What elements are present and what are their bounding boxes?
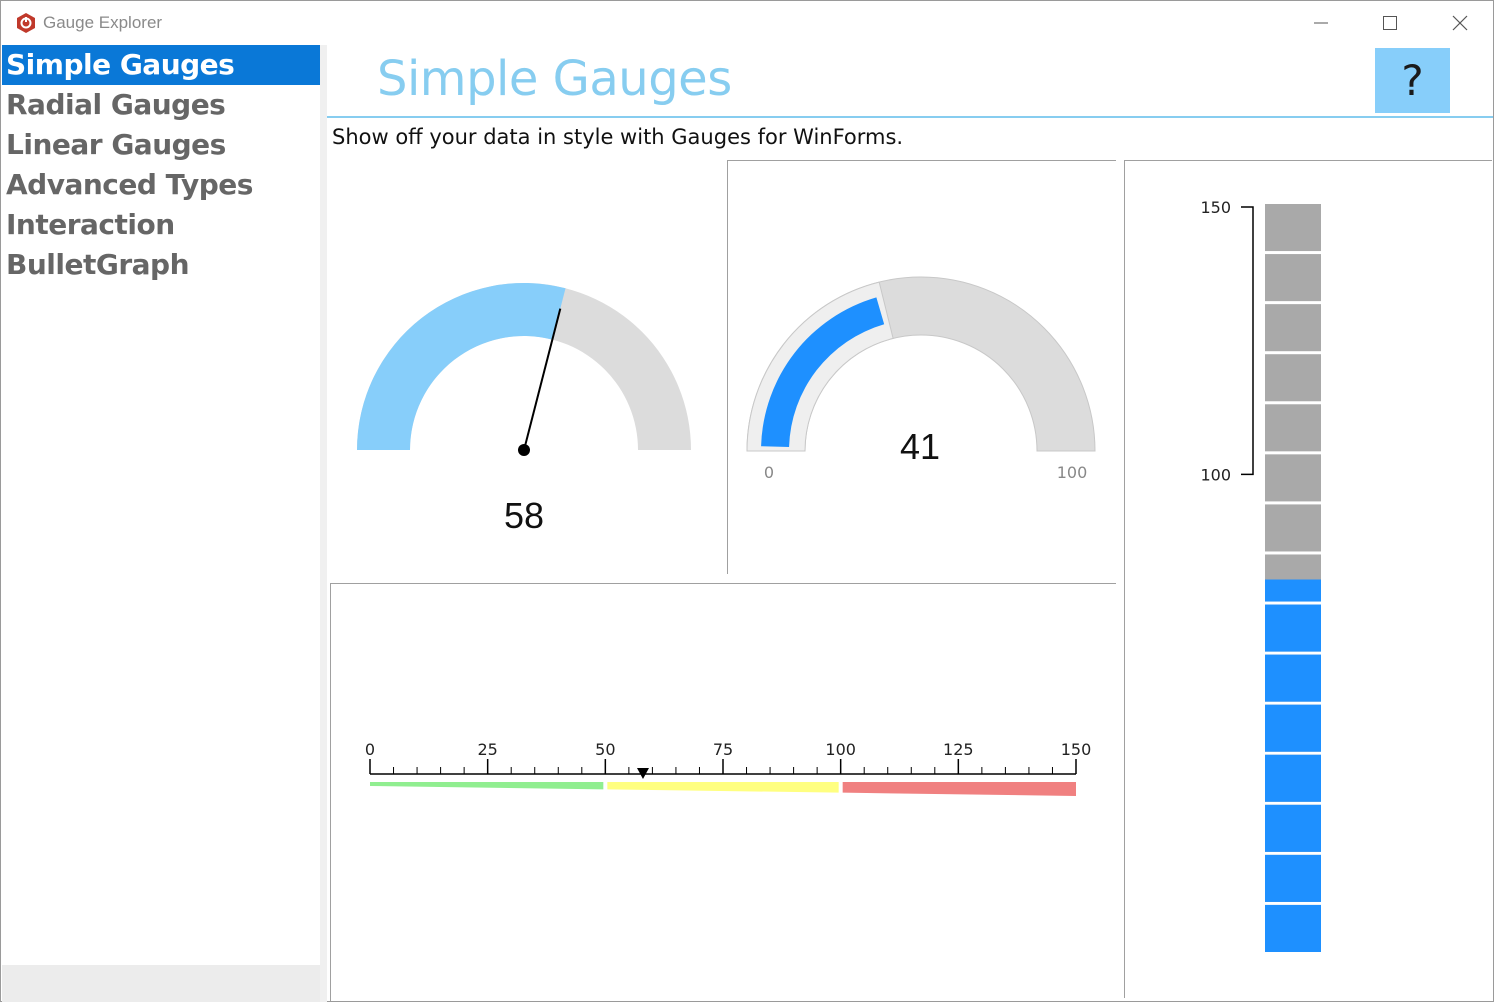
panel-border [330, 583, 1116, 584]
tick-label: 25 [477, 740, 497, 759]
panel-border [1124, 160, 1125, 998]
panel-border [1124, 160, 1492, 161]
tick-label: 125 [943, 740, 974, 759]
page-subtitle: Show off your data in style with Gauges … [332, 125, 904, 149]
maximize-button[interactable] [1355, 1, 1425, 45]
sidebar-item-interaction[interactable]: Interaction [2, 205, 320, 245]
bar-segment-filled [1265, 854, 1321, 902]
app-logo-icon [17, 13, 35, 33]
range-band [370, 782, 604, 790]
panel-border [330, 583, 331, 1001]
bar-segment-filled [1265, 804, 1321, 852]
bar-segment [1265, 454, 1321, 502]
bar-segment-filled [1265, 579, 1321, 602]
panel-border [727, 160, 1116, 161]
help-icon: ? [1401, 56, 1424, 105]
needle-hub [518, 444, 530, 456]
tick-label: 150 [1061, 740, 1092, 759]
help-button[interactable]: ? [1375, 48, 1450, 113]
scale-bracket [1241, 206, 1254, 476]
gauge-value-label: 58 [503, 495, 545, 536]
minimize-icon [1314, 22, 1328, 24]
bar-segment [1265, 404, 1321, 452]
linear-gauge: 0 25 50 75 100 125 150 [365, 740, 1092, 796]
close-icon [1452, 15, 1468, 31]
range-band [842, 782, 1076, 796]
bar-segment-filled [1265, 904, 1321, 952]
title-divider [327, 116, 1493, 118]
tick-label: 50 [595, 740, 615, 759]
sidebar-item-advanced-types[interactable]: Advanced Types [2, 165, 320, 205]
bar-segment-filled [1265, 654, 1321, 702]
gauge-value-arc [357, 283, 566, 450]
app-window: Gauge Explorer Simple Gauges Radial Gaug… [0, 0, 1494, 1002]
window-title: Gauge Explorer [43, 13, 163, 32]
bar-segment [1265, 304, 1321, 352]
linear-scale: 0 25 50 75 100 125 150 [365, 740, 1092, 775]
bar-segment-filled [1265, 704, 1321, 752]
maximize-icon [1383, 16, 1397, 30]
vertical-bar-gauge: 150 100 [1200, 198, 1321, 952]
minimize-button[interactable] [1286, 1, 1356, 45]
panel-border [727, 160, 728, 574]
title-bar[interactable]: Gauge Explorer [1, 1, 1493, 45]
bar-segment [1265, 354, 1321, 402]
gauge-min-label: 0 [763, 463, 775, 482]
tick-label: 0 [365, 740, 375, 759]
sidebar-item-bulletgraph[interactable]: BulletGraph [2, 245, 320, 285]
sidebar-footer [2, 965, 320, 1002]
close-button[interactable] [1425, 1, 1494, 45]
sidebar-item-simple-gauges[interactable]: Simple Gauges [2, 45, 320, 85]
page-title: Simple Gauges [377, 51, 732, 107]
sidebar-nav: Simple Gauges Radial Gauges Linear Gauge… [2, 45, 320, 965]
scale-label: 150 [1200, 198, 1231, 217]
radial-pointer-gauge [357, 283, 691, 456]
tick-label: 75 [713, 740, 733, 759]
scale-label: 100 [1200, 465, 1231, 484]
gauge-max-label: 100 [1056, 463, 1088, 482]
linear-ranges [370, 782, 1076, 796]
vertical-scale: 150 100 [1200, 198, 1254, 484]
splitter[interactable] [320, 45, 327, 1002]
bar-segment-filled [1265, 604, 1321, 652]
range-band [607, 782, 839, 793]
bar-segment-filled [1265, 754, 1321, 802]
bar-segment [1265, 504, 1321, 552]
gauge-value-label: 41 [899, 426, 941, 467]
bar-segment [1265, 204, 1321, 252]
vertical-segments [1265, 204, 1321, 952]
sidebar-item-linear-gauges[interactable]: Linear Gauges [2, 125, 320, 165]
tick-label: 100 [825, 740, 856, 759]
bar-segment [1265, 254, 1321, 302]
sidebar-item-radial-gauges[interactable]: Radial Gauges [2, 85, 320, 125]
